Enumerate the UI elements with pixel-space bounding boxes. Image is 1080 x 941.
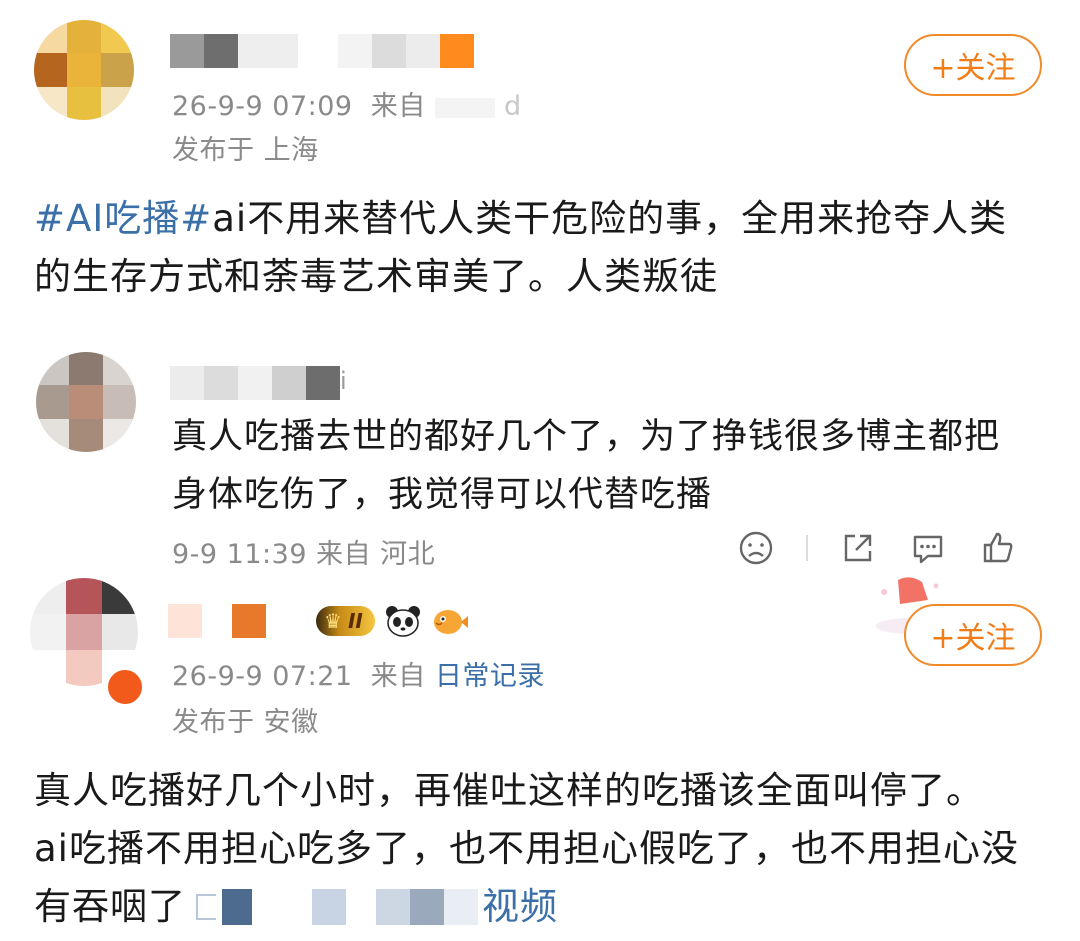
username-reply1-blurred[interactable]: i	[170, 366, 352, 400]
video-icon	[196, 894, 216, 920]
reply1-meta: 9-9 11:39 来自 河北	[172, 539, 436, 570]
topic-hashtag[interactable]: #AI吃播#	[34, 197, 212, 240]
post2-meta-time: 26-9-9 07:21 来自 日常记录	[172, 661, 545, 692]
pufferfish-icon[interactable]	[431, 605, 469, 637]
post1-meta-time: 26-9-9 07:09 来自 d	[172, 91, 522, 122]
post1-location: 发布于 上海	[172, 135, 319, 166]
follow-button-post1[interactable]: +关注	[904, 34, 1042, 96]
sad-face-icon[interactable]	[736, 528, 776, 568]
avatar-badge-icon	[106, 668, 144, 706]
username-post1-blurred[interactable]	[170, 34, 474, 68]
source-link-daily-record[interactable]: 日常记录	[435, 661, 545, 692]
username-post2-row: ♛ II	[168, 604, 469, 638]
reply1-body: 真人吃播去世的都好几个了，为了挣钱很多博主都把 身体吃伤了，我觉得可以代替吃播	[172, 417, 1001, 515]
action-divider	[806, 535, 808, 561]
avatar-reply1[interactable]	[36, 352, 136, 452]
avatar-post2[interactable]	[30, 578, 144, 708]
avatar-post1[interactable]	[34, 20, 134, 120]
video-link-blurred[interactable]: 视频	[196, 885, 558, 928]
username-post2-blurred[interactable]	[168, 604, 306, 638]
crown-icon: ♛	[324, 609, 342, 633]
like-icon[interactable]	[978, 528, 1018, 568]
comment-icon[interactable]	[908, 528, 948, 568]
share-icon[interactable]	[838, 528, 878, 568]
post1-body: #AI吃播#ai不用来替代人类干危险的事，全用来抢夺人类 的生存方式和荼毒艺术审…	[34, 197, 1008, 298]
post2-body: 真人吃播好几个小时，再催吐这样的吃播该全面叫停了。 ai吃播不用担心吃多了，也不…	[34, 769, 1019, 928]
follow-button-post2[interactable]: +关注	[904, 604, 1042, 666]
panda-icon[interactable]	[385, 605, 421, 637]
reply1-actions	[736, 528, 1018, 568]
crown-badge-icon[interactable]: ♛ II	[316, 606, 375, 636]
post2-location: 发布于 安徽	[172, 707, 319, 738]
